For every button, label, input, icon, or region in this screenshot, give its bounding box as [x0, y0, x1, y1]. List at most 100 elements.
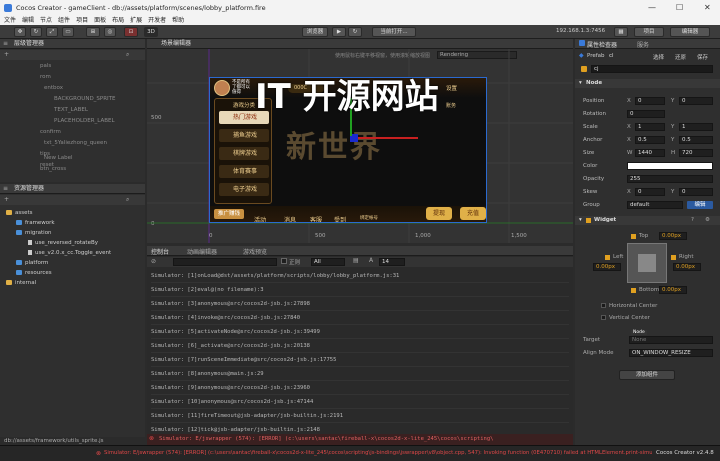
- left-value-input[interactable]: 0.00px: [593, 263, 621, 271]
- anchor-x-input[interactable]: 0.5: [635, 136, 665, 144]
- records-button[interactable]: 账务: [446, 102, 456, 109]
- anchor-y-input[interactable]: 0.5: [679, 136, 713, 144]
- group-select[interactable]: default: [627, 201, 683, 209]
- recharge-button[interactable]: 充值: [460, 207, 486, 220]
- tab-inspector[interactable]: 属性检查器: [587, 40, 617, 49]
- list-item[interactable]: assets: [6, 210, 33, 216]
- node-active-checkbox[interactable]: [581, 66, 587, 72]
- menu-file[interactable]: 文件: [4, 16, 16, 25]
- menu-edit[interactable]: 编辑: [22, 16, 34, 25]
- search-icon[interactable]: ⌕: [126, 196, 129, 204]
- qrcode-icon[interactable]: ▦: [614, 27, 628, 37]
- menu-project[interactable]: 项目: [76, 16, 88, 25]
- list-item[interactable]: PLACEHOLDER_LABEL: [54, 118, 115, 124]
- list-item[interactable]: btn_cross: [40, 166, 66, 172]
- scale-y-input[interactable]: 1: [679, 123, 713, 131]
- console-filter-input[interactable]: [173, 258, 277, 266]
- service-button[interactable]: 客服: [310, 215, 322, 222]
- list-item[interactable]: TEXT_LABEL: [54, 107, 88, 113]
- mode-3d-button[interactable]: 3D: [144, 27, 158, 37]
- prefab-save-button[interactable]: 保存: [697, 53, 708, 61]
- node-name-input[interactable]: cj: [591, 65, 713, 73]
- message-button[interactable]: 消息: [284, 215, 296, 222]
- clear-console-icon[interactable]: ⊘: [151, 258, 156, 265]
- close-button[interactable]: ✕: [704, 3, 711, 12]
- horizontal-center-checkbox[interactable]: [601, 303, 606, 308]
- position-y-input[interactable]: 0: [679, 97, 713, 105]
- node-section-header[interactable]: ▾ Node: [575, 79, 720, 88]
- list-item[interactable]: platform: [16, 260, 48, 266]
- local-global-toggle[interactable]: ⊞: [86, 27, 100, 37]
- maximize-button[interactable]: ☐: [676, 3, 683, 12]
- vertical-center-checkbox[interactable]: [601, 315, 606, 320]
- color-swatch[interactable]: [627, 162, 713, 170]
- widget-enabled-checkbox[interactable]: [586, 218, 591, 223]
- menu-help[interactable]: 帮助: [172, 16, 184, 25]
- target-input[interactable]: None: [629, 336, 713, 344]
- menu-extension[interactable]: 扩展: [130, 16, 142, 25]
- menu-node[interactable]: 节点: [40, 16, 52, 25]
- assets-search-bar[interactable]: + ⌕: [0, 195, 145, 205]
- x-axis-gizmo[interactable]: [358, 137, 418, 139]
- tab-console[interactable]: 控制台: [151, 247, 169, 256]
- bottom-align-checkbox[interactable]: [631, 288, 636, 293]
- add-asset-icon[interactable]: +: [4, 196, 9, 203]
- menu-component[interactable]: 组件: [58, 16, 70, 25]
- rotate-tool-icon[interactable]: ↻: [30, 27, 42, 37]
- menu-developer[interactable]: 开发者: [148, 16, 166, 25]
- list-item[interactable]: entbox: [44, 85, 63, 91]
- list-item[interactable]: resources: [16, 270, 52, 276]
- preview-mode-select[interactable]: 浏览器: [302, 27, 328, 37]
- editor-button[interactable]: 编辑器: [670, 27, 710, 37]
- rect-tool-icon[interactable]: ▭: [62, 27, 74, 37]
- avatar[interactable]: [214, 80, 230, 96]
- help-icon[interactable]: ?: [691, 217, 694, 223]
- gear-icon[interactable]: ⚙: [705, 217, 710, 223]
- menu-layout[interactable]: 布局: [112, 16, 124, 25]
- add-component-button[interactable]: 添加组件: [619, 370, 675, 380]
- withdraw-button[interactable]: 提现: [426, 207, 452, 220]
- bottom-value-input[interactable]: 0.00px: [659, 286, 687, 294]
- opacity-input[interactable]: 255: [627, 175, 713, 183]
- size-height-input[interactable]: 720: [679, 149, 713, 157]
- tab-animation[interactable]: 动画编辑器: [187, 247, 217, 256]
- log-level-select[interactable]: All: [311, 258, 345, 266]
- status-error-message[interactable]: Simulator: E/jswrapper (574): [ERROR] (c…: [104, 450, 652, 456]
- rotation-input[interactable]: 0: [627, 110, 665, 118]
- assets-menu-icon[interactable]: ≡: [3, 184, 11, 194]
- category-fishing[interactable]: 捕鱼游戏: [219, 129, 269, 142]
- top-value-input[interactable]: 0.00px: [659, 232, 687, 240]
- receive-button[interactable]: 受到: [334, 215, 346, 222]
- project-button[interactable]: 项目: [634, 27, 664, 37]
- list-item[interactable]: use_v2.0.x_cc.Toggle_event: [28, 250, 111, 256]
- position-x-input[interactable]: 0: [635, 97, 665, 105]
- prefab-revert-button[interactable]: 还原: [675, 53, 686, 61]
- list-item[interactable]: internal: [6, 280, 36, 286]
- list-item[interactable]: migration: [16, 230, 52, 236]
- list-item[interactable]: rom: [40, 74, 51, 80]
- search-icon[interactable]: ⌕: [126, 51, 129, 59]
- hierarchy-menu-icon[interactable]: ≡: [3, 39, 11, 49]
- list-item[interactable]: framework: [16, 220, 55, 226]
- group-edit-button[interactable]: 编辑: [687, 201, 713, 209]
- left-align-checkbox[interactable]: [605, 255, 610, 260]
- settings-button[interactable]: 设置: [446, 84, 457, 92]
- regex-checkbox[interactable]: [281, 258, 287, 264]
- pivot-toggle-icon[interactable]: ◎: [104, 27, 116, 37]
- category-electronic[interactable]: 电子游戏: [219, 183, 269, 196]
- tab-services[interactable]: 服务: [637, 40, 649, 49]
- prefab-select-button[interactable]: 选择: [653, 53, 664, 61]
- scene-dropdown[interactable]: 当前打开...: [372, 27, 416, 37]
- size-width-input[interactable]: 1440: [635, 149, 665, 157]
- font-size-select[interactable]: 14: [379, 258, 405, 266]
- scale-x-input[interactable]: 1: [635, 123, 665, 131]
- scale-tool-icon[interactable]: ⤢: [46, 27, 58, 37]
- list-item[interactable]: confirm: [40, 129, 61, 135]
- category-cards[interactable]: 棋牌游戏: [219, 147, 269, 160]
- list-item[interactable]: BACKGROUND_SPRITE: [54, 96, 116, 102]
- align-mode-select[interactable]: ON_WINDOW_RESIZE: [629, 349, 713, 357]
- list-item[interactable]: txt_5Yaliezhong_queen: [44, 140, 107, 146]
- snap-toggle-icon[interactable]: ⊡: [124, 27, 138, 37]
- bind-account-button[interactable]: 绑定帐号: [360, 215, 378, 221]
- activity-button[interactable]: 活动: [254, 215, 266, 222]
